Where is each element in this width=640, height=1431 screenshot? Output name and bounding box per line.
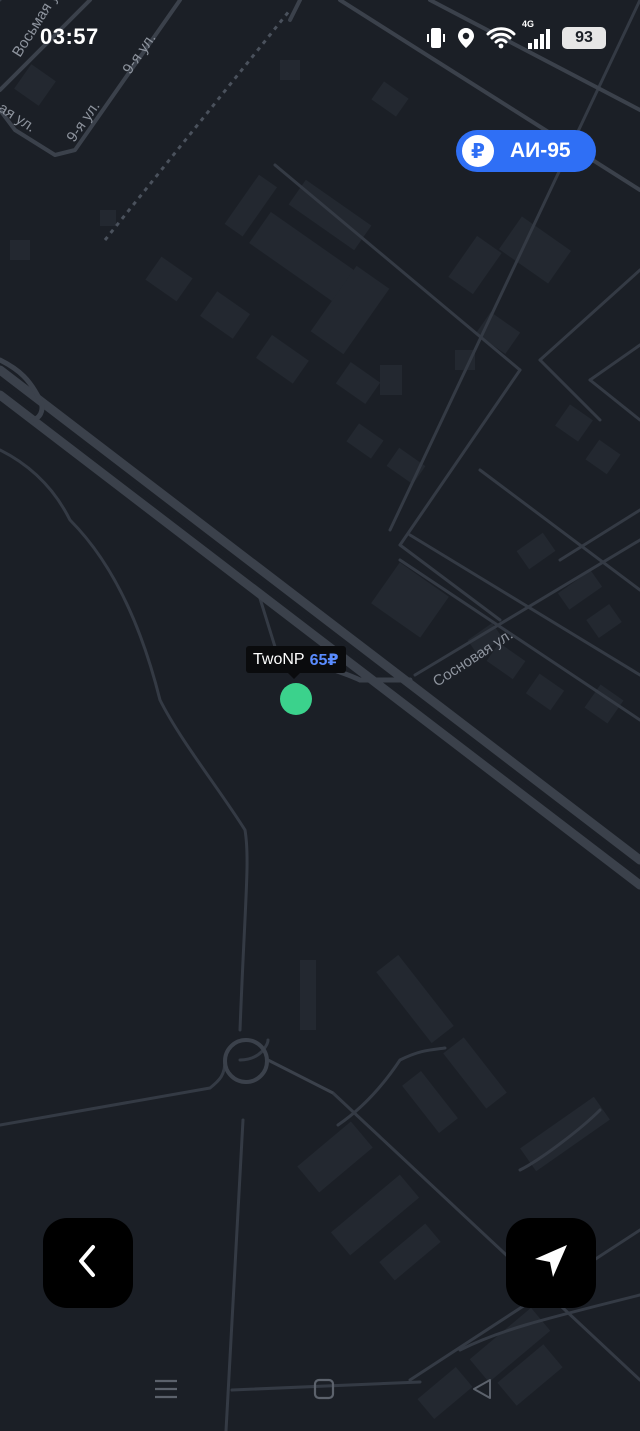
status-bar: 03:57 4G 93 bbox=[0, 0, 640, 76]
nav-menu-button[interactable] bbox=[151, 1376, 181, 1406]
location-icon bbox=[456, 26, 476, 50]
status-time: 03:57 bbox=[40, 24, 99, 49]
signal-icon: 4G bbox=[522, 19, 552, 51]
chevron-left-icon bbox=[73, 1241, 103, 1286]
status-icons: 4G 93 bbox=[426, 19, 606, 52]
fuel-type-button[interactable]: ₽ АИ-95 bbox=[456, 130, 596, 172]
system-nav-bar bbox=[0, 1360, 640, 1420]
home-icon bbox=[312, 1377, 336, 1406]
vibrate-icon bbox=[426, 26, 446, 50]
ruble-icon: ₽ bbox=[462, 135, 494, 167]
map-view[interactable]: Восьмая ул. 9-я ул. 9-я ул. Вторая ул. С… bbox=[0, 0, 640, 1431]
station-marker[interactable] bbox=[280, 683, 312, 715]
station-label[interactable]: TwoNP 65₽ bbox=[246, 646, 346, 679]
station-price: 65₽ bbox=[309, 651, 339, 669]
menu-icon bbox=[153, 1376, 179, 1407]
back-triangle-icon bbox=[470, 1377, 494, 1406]
network-type-label: 4G bbox=[522, 19, 535, 29]
map-screen: Восьмая ул. 9-я ул. 9-я ул. Вторая ул. С… bbox=[0, 0, 640, 1431]
navigation-arrow-icon bbox=[531, 1241, 571, 1286]
battery-icon: 93 bbox=[562, 27, 606, 49]
wifi-icon bbox=[486, 26, 516, 50]
my-location-button[interactable] bbox=[506, 1218, 596, 1308]
nav-home-button[interactable] bbox=[309, 1376, 339, 1406]
nav-back-button[interactable] bbox=[467, 1376, 497, 1406]
station-name: TwoNP bbox=[253, 650, 305, 668]
back-button[interactable] bbox=[43, 1218, 133, 1308]
fuel-type-label: АИ-95 bbox=[510, 139, 571, 162]
